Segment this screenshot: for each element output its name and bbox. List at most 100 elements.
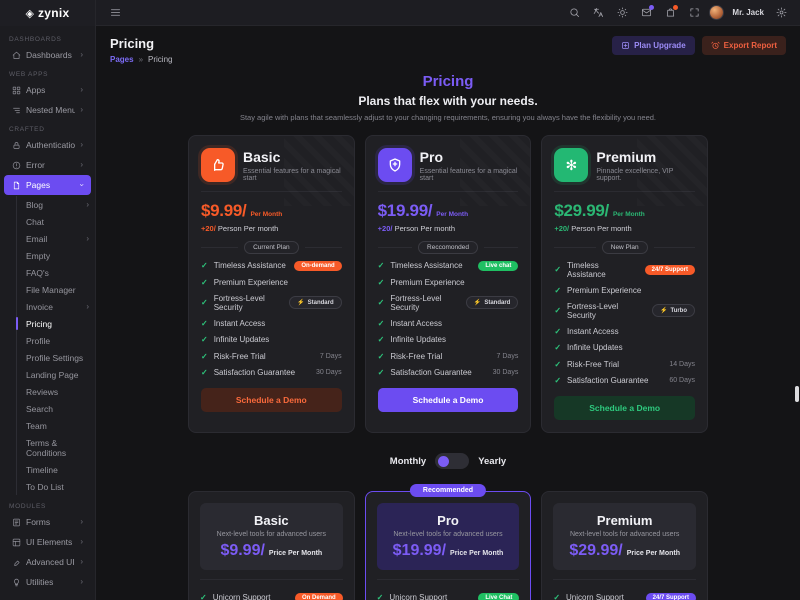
check-icon: ✓ — [378, 278, 385, 287]
chevron-down-icon: › — [78, 184, 86, 187]
plan-extra-label: Person Per month — [218, 224, 278, 233]
monthly-label[interactable]: Monthly — [390, 456, 426, 467]
cart-button[interactable] — [661, 4, 679, 22]
messages-button[interactable] — [637, 4, 655, 22]
sidebar-item-team[interactable]: Team — [26, 417, 95, 434]
export-report-button[interactable]: Export Report — [702, 36, 786, 55]
plan-name: Basic — [243, 149, 342, 165]
sidebar-item-pricing[interactable]: Pricing — [26, 315, 95, 332]
theme-toggle-button[interactable] — [613, 4, 631, 22]
sidebar-item-email[interactable]: Email› — [26, 230, 95, 247]
sidebar-item-faqs[interactable]: FAQ's — [26, 264, 95, 281]
sidebar-item-error[interactable]: Error › — [4, 155, 91, 175]
sidebar-item-file-manager[interactable]: File Manager — [26, 281, 95, 298]
thumbs-up-icon — [201, 148, 235, 182]
form-icon — [12, 518, 21, 527]
check-icon: ✓ — [554, 343, 561, 352]
feature-value: 14 Days — [669, 361, 695, 368]
check-icon: ✓ — [201, 352, 208, 361]
feature-badge: 24/7 Support — [645, 265, 695, 275]
plan-tagline: Next-level tools for advanced users — [208, 531, 335, 538]
sidebar-item-empty[interactable]: Empty — [26, 247, 95, 264]
sidebar-item-profile-settings[interactable]: Profile Settings — [26, 349, 95, 366]
sidebar-item-blog[interactable]: Blog› — [26, 196, 95, 213]
sidebar-item-pages[interactable]: Pages › — [4, 175, 91, 195]
check-icon: ✓ — [378, 368, 385, 377]
feature-label: Infinite Updates — [390, 335, 446, 344]
breadcrumb-current: Pricing — [148, 55, 172, 64]
billing-toggle-switch[interactable] — [435, 453, 469, 469]
schedule-demo-button[interactable]: Schedule a Demo — [378, 388, 519, 412]
sidebar-item-invoice[interactable]: Invoice› — [26, 298, 95, 315]
fullscreen-button[interactable] — [685, 4, 703, 22]
export-report-label: Export Report — [724, 41, 777, 50]
sidebar-item-ui-elements[interactable]: UI Elements › — [4, 532, 91, 552]
breadcrumb-pages-link[interactable]: Pages — [110, 55, 134, 64]
chevron-right-icon: › — [80, 141, 83, 149]
app-logo[interactable]: ◈ zynix — [0, 0, 95, 26]
yearly-label[interactable]: Yearly — [478, 456, 506, 467]
shield-icon — [378, 148, 412, 182]
lock-icon — [12, 141, 21, 150]
sidebar-item-search[interactable]: Search — [26, 400, 95, 417]
sidebar-item-apps[interactable]: Apps › — [4, 80, 91, 100]
search-icon — [569, 7, 580, 18]
sidebar-item-label: UI Elements — [26, 537, 72, 547]
feature-label: Risk-Free Trial — [214, 352, 266, 361]
plan-extra-label: Person Per month — [571, 224, 631, 233]
plan-per: Per Month — [250, 211, 282, 218]
plan-per: Per Month — [613, 211, 645, 218]
avatar[interactable] — [709, 5, 724, 20]
sidebar-item-reviews[interactable]: Reviews — [26, 383, 95, 400]
fullscreen-icon — [689, 7, 700, 18]
schedule-demo-button[interactable]: Schedule a Demo — [201, 388, 342, 412]
sidebar-item-nested-menu[interactable]: Nested Menu › — [4, 100, 91, 120]
sidebar-item-utilities[interactable]: Utilities › — [4, 572, 91, 592]
sidebar-item-label: Utilities — [26, 577, 53, 587]
check-icon: ✓ — [554, 327, 561, 336]
sidebar-item-terms[interactable]: Terms & Conditions — [26, 434, 95, 461]
feature-badge-label: Turbo — [670, 308, 687, 314]
sidebar-item-landing-page[interactable]: Landing Page — [26, 366, 95, 383]
feature-label: Risk-Free Trial — [390, 352, 442, 361]
settings-button[interactable] — [772, 4, 790, 22]
scrollbar-thumb[interactable] — [795, 386, 799, 402]
plan-extra-price: +20/ — [201, 224, 216, 233]
schedule-demo-button[interactable]: Schedule a Demo — [554, 396, 695, 420]
breadcrumb-separator: » — [139, 55, 143, 64]
sidebar-item-todo[interactable]: To Do List — [26, 478, 95, 495]
search-button[interactable] — [565, 4, 583, 22]
plan-upgrade-button[interactable]: Plan Upgrade — [612, 36, 695, 55]
feature-value: 7 Days — [497, 353, 519, 360]
sidebar-item-authentication[interactable]: Authentication › — [4, 135, 91, 155]
chevron-right-icon: › — [86, 201, 89, 209]
sparkle-icon: ✻ — [554, 148, 588, 182]
nav-section-crafted: CRAFTED — [0, 120, 95, 135]
sidebar-item-label: Dashboards — [26, 50, 72, 60]
feature-label: Instant Access — [390, 319, 442, 328]
bolt-icon: ⚡ — [297, 299, 304, 306]
plan-per: Price Per Month — [269, 550, 322, 557]
check-icon: ✓ — [378, 261, 385, 270]
chevron-right-icon: › — [80, 86, 83, 94]
sidebar-item-label: Profile Settings — [26, 353, 83, 363]
sidebar-item-timeline[interactable]: Timeline — [26, 461, 95, 478]
sidebar-item-dashboards[interactable]: Dashboards › — [4, 45, 91, 65]
comparison-card-premium: Premium Next-level tools for advanced us… — [541, 491, 708, 600]
sidebar-nav: DASHBOARDS Dashboards › WEB APPS Apps › … — [0, 26, 95, 592]
sidebar-item-label: Chat — [26, 217, 44, 227]
check-icon: ✓ — [201, 298, 208, 307]
sidebar-item-profile[interactable]: Profile — [26, 332, 95, 349]
language-button[interactable] — [589, 4, 607, 22]
feature-label: Infinite Updates — [567, 343, 623, 352]
sidebar-item-label: Empty — [26, 251, 50, 261]
sidebar-item-forms[interactable]: Forms › — [4, 512, 91, 532]
plan-price: $29.99/ — [569, 542, 622, 560]
chevron-right-icon: › — [86, 235, 89, 243]
plan-per: Price Per Month — [627, 550, 680, 557]
sidebar-item-advanced-ui[interactable]: Advanced UI › — [4, 552, 91, 572]
sidebar-item-chat[interactable]: Chat — [26, 213, 95, 230]
plan-status-pill: New Plan — [602, 241, 648, 254]
hamburger-menu-button[interactable] — [106, 4, 124, 22]
pages-submenu: Blog› Chat Email› Empty FAQ's File Manag… — [16, 196, 95, 495]
